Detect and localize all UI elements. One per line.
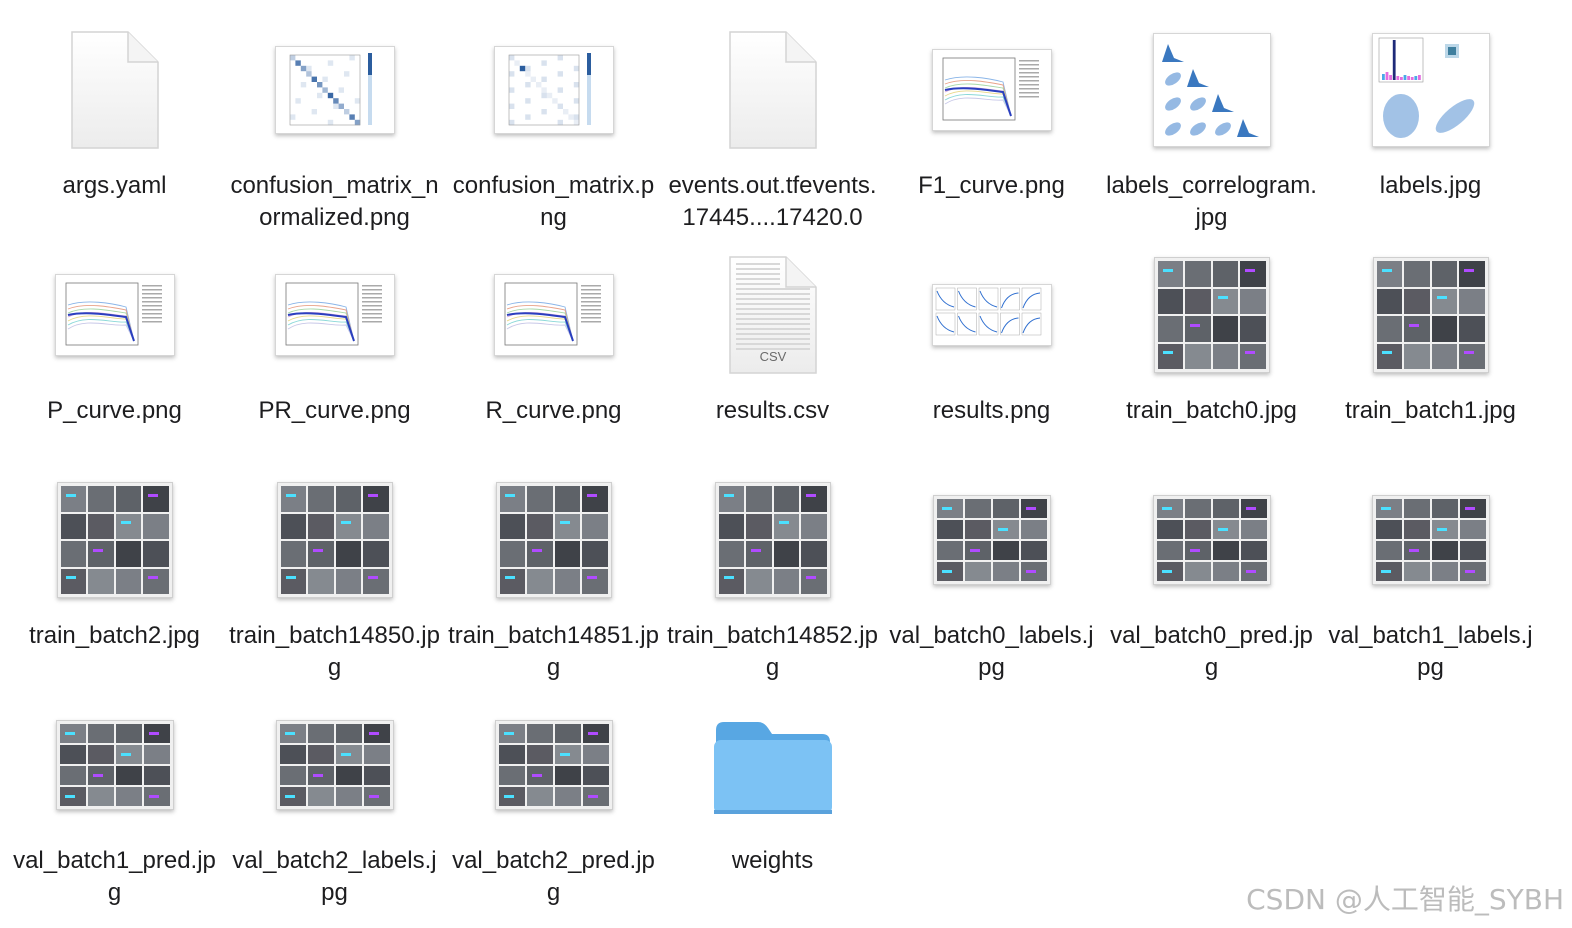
- file-icon-grid: args.yaml confusion_matrix_normalized.png…: [0, 0, 1572, 928]
- file-item[interactable]: F1_curve.png: [884, 15, 1099, 235]
- file-name-label: F1_curve.png: [918, 172, 1065, 199]
- curve-chart-thumbnail-icon: [884, 15, 1099, 165]
- file-item[interactable]: val_batch1_pred.jpg: [7, 690, 222, 910]
- results-chart-thumbnail-icon: [884, 240, 1099, 390]
- document-icon: [7, 15, 222, 165]
- csv-badge: CSV: [759, 349, 786, 364]
- file-item[interactable]: args.yaml: [7, 15, 222, 235]
- image-mosaic-thumbnail-icon: [1104, 240, 1319, 390]
- file-name-label: val_batch2_pred.jpg: [452, 847, 655, 906]
- document-icon: [665, 15, 880, 165]
- correlogram-thumbnail-icon: [1104, 15, 1319, 165]
- file-item[interactable]: results.png: [884, 240, 1099, 460]
- file-name-label: confusion_matrix_normalized.png: [230, 172, 439, 231]
- file-item[interactable]: R_curve.png: [446, 240, 661, 460]
- image-mosaic-thumbnail-icon: [884, 465, 1099, 615]
- file-item[interactable]: labels_correlogram.jpg: [1104, 15, 1319, 235]
- file-item[interactable]: confusion_matrix.png: [446, 15, 661, 235]
- image-mosaic-thumbnail-icon: [7, 465, 222, 615]
- file-name-label: val_batch0_labels.jpg: [889, 622, 1094, 681]
- file-item[interactable]: events.out.tfevents.17445....17420.0: [665, 15, 880, 235]
- curve-chart-thumbnail-icon: [446, 240, 661, 390]
- file-item[interactable]: train_batch1.jpg: [1323, 240, 1538, 460]
- labels-chart-thumbnail-icon: [1323, 15, 1538, 165]
- file-name-label: train_batch14850.jpg: [229, 622, 440, 681]
- confusion-matrix-thumbnail-icon: [446, 15, 661, 165]
- file-name-label: PR_curve.png: [258, 397, 411, 424]
- file-name-label: P_curve.png: [47, 397, 182, 424]
- file-item[interactable]: val_batch2_labels.jpg: [227, 690, 442, 910]
- csv-document-icon: CSV: [665, 240, 880, 390]
- file-name-label: train_batch14852.jpg: [667, 622, 878, 681]
- image-mosaic-thumbnail-icon: [227, 690, 442, 840]
- file-name-label: events.out.tfevents.17445....17420.0: [668, 172, 877, 231]
- file-item[interactable]: confusion_matrix_normalized.png: [227, 15, 442, 235]
- file-name-label: train_batch2.jpg: [29, 622, 200, 649]
- file-name-label: val_batch2_labels.jpg: [232, 847, 437, 906]
- file-item[interactable]: train_batch0.jpg: [1104, 240, 1319, 460]
- file-item[interactable]: PR_curve.png: [227, 240, 442, 460]
- file-item[interactable]: val_batch0_pred.jpg: [1104, 465, 1319, 685]
- file-name-label: train_batch1.jpg: [1345, 397, 1516, 424]
- file-name-label: train_batch14851.jpg: [448, 622, 659, 681]
- file-item[interactable]: train_batch14850.jpg: [227, 465, 442, 685]
- file-name-label: train_batch0.jpg: [1126, 397, 1297, 424]
- file-name-label: R_curve.png: [485, 397, 622, 424]
- file-item[interactable]: train_batch14852.jpg: [665, 465, 880, 685]
- curve-chart-thumbnail-icon: [7, 240, 222, 390]
- file-name-label: labels_correlogram.jpg: [1106, 172, 1317, 231]
- file-item[interactable]: train_batch14851.jpg: [446, 465, 661, 685]
- watermark: CSDN @人工智能_SYBH: [1246, 883, 1564, 916]
- file-item[interactable]: weights: [665, 690, 880, 910]
- image-mosaic-thumbnail-icon: [227, 465, 442, 615]
- image-mosaic-thumbnail-icon: [1323, 465, 1538, 615]
- file-item[interactable]: labels.jpg: [1323, 15, 1538, 235]
- file-name-label: results.csv: [715, 397, 830, 424]
- file-name-label: weights: [731, 847, 814, 874]
- file-name-label: val_batch1_pred.jpg: [13, 847, 216, 906]
- folder-icon: [665, 690, 880, 840]
- file-name-label: confusion_matrix.png: [452, 172, 655, 231]
- curve-chart-thumbnail-icon: [227, 240, 442, 390]
- file-item[interactable]: val_batch0_labels.jpg: [884, 465, 1099, 685]
- confusion-matrix-thumbnail-icon: [227, 15, 442, 165]
- image-mosaic-thumbnail-icon: [7, 690, 222, 840]
- image-mosaic-thumbnail-icon: [446, 465, 661, 615]
- file-item[interactable]: CSV results.csv: [665, 240, 880, 460]
- image-mosaic-thumbnail-icon: [1323, 240, 1538, 390]
- file-item[interactable]: train_batch2.jpg: [7, 465, 222, 685]
- file-name-label: results.png: [932, 397, 1051, 424]
- image-mosaic-thumbnail-icon: [446, 690, 661, 840]
- file-item[interactable]: P_curve.png: [7, 240, 222, 460]
- file-name-label: args.yaml: [62, 172, 167, 199]
- file-item[interactable]: val_batch2_pred.jpg: [446, 690, 661, 910]
- file-name-label: labels.jpg: [1379, 172, 1482, 199]
- file-name-label: val_batch0_pred.jpg: [1110, 622, 1313, 681]
- image-mosaic-thumbnail-icon: [1104, 465, 1319, 615]
- file-name-label: val_batch1_labels.jpg: [1328, 622, 1533, 681]
- image-mosaic-thumbnail-icon: [665, 465, 880, 615]
- file-item[interactable]: val_batch1_labels.jpg: [1323, 465, 1538, 685]
